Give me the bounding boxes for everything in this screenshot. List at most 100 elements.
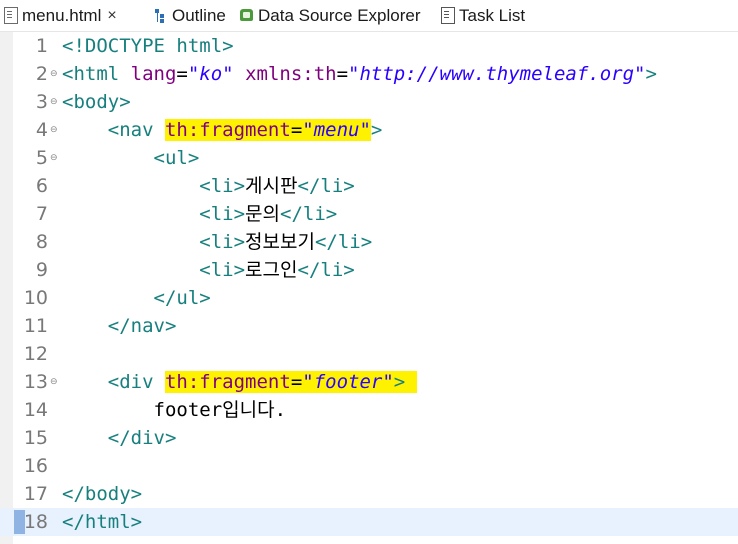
line-number: 15 xyxy=(23,427,48,449)
line-number: 11 xyxy=(23,315,48,337)
line-number: 3 xyxy=(35,91,48,113)
code-text: </div> xyxy=(62,424,177,452)
code-token-tag: > xyxy=(393,371,406,393)
line-number: 16 xyxy=(23,455,48,477)
code-token-tag: > xyxy=(370,119,383,141)
code-text: footer입니다. xyxy=(62,396,287,424)
code-token-attr: th:fragment xyxy=(164,119,291,141)
code-line[interactable]: 3 ⊖ <body> xyxy=(0,88,738,116)
fold-collapse-icon[interactable]: ⊖ xyxy=(50,154,58,163)
code-token-text: = xyxy=(290,371,303,393)
editor-tab-bar: menu.html × Outline Data Source Explorer… xyxy=(0,0,738,32)
task-list-icon xyxy=(441,7,455,24)
code-token-tag: </html> xyxy=(62,511,143,533)
code-token-tag: </li> xyxy=(297,175,355,197)
code-line[interactable]: 4 ⊖ <nav th:fragment="menu"> xyxy=(0,116,738,144)
tab-task-list[interactable]: Task List xyxy=(441,0,525,31)
outline-icon xyxy=(154,7,168,24)
code-token-tag: <div xyxy=(107,371,154,393)
code-text: <li>게시판</li> xyxy=(62,172,355,200)
code-token-text: footer입니다. xyxy=(62,399,287,421)
code-line[interactable]: 17 </body> xyxy=(0,480,738,508)
fold-collapse-icon[interactable]: ⊖ xyxy=(50,98,58,107)
code-text: </nav> xyxy=(62,312,177,340)
code-text: <!DOCTYPE html> xyxy=(62,32,234,60)
close-icon[interactable]: × xyxy=(107,7,116,25)
html-file-icon xyxy=(4,7,18,24)
code-token-text: 정보보기 xyxy=(245,231,315,253)
tab-outline[interactable]: Outline xyxy=(154,0,226,31)
code-token-tag: <li> xyxy=(199,175,246,197)
tab-label: Task List xyxy=(459,5,526,25)
code-line[interactable]: 16 xyxy=(0,452,738,480)
code-token-tag: <li> xyxy=(199,259,246,281)
code-text: <li>정보보기</li> xyxy=(62,228,372,256)
line-number: 17 xyxy=(23,483,48,505)
code-token-tag: <li> xyxy=(199,231,246,253)
code-token-attr: xmlns:th xyxy=(245,63,337,85)
code-line[interactable]: 18 </html> xyxy=(0,508,738,536)
line-number: 13 xyxy=(23,371,48,393)
code-token-tag: <nav xyxy=(107,119,154,141)
code-line[interactable]: 13 ⊖ <div th:fragment="footer"> xyxy=(0,368,738,396)
code-text: <html lang="ko" xmlns:th="http://www.thy… xyxy=(62,60,657,88)
line-number: 6 xyxy=(35,175,48,197)
tab-data-source-explorer[interactable]: Data Source Explorer xyxy=(240,0,421,31)
code-line[interactable]: 11 </nav> xyxy=(0,312,738,340)
fold-collapse-icon[interactable]: ⊖ xyxy=(50,70,58,79)
code-line[interactable]: 9 <li>로그인</li> xyxy=(0,256,738,284)
code-text: <nav th:fragment="menu"> xyxy=(62,116,382,144)
line-number: 2 xyxy=(35,63,48,85)
code-token-str: "http://www.thymeleaf.org" xyxy=(348,63,646,85)
code-text: </ul> xyxy=(62,284,211,312)
code-token-tag: </li> xyxy=(280,203,338,225)
code-token-attr: th:fragment xyxy=(164,371,291,393)
code-token-text: = xyxy=(336,63,349,85)
tab-label: Data Source Explorer xyxy=(258,5,421,25)
code-line[interactable]: 2 ⊖ <html lang="ko" xmlns:th="http://www.t… xyxy=(0,60,738,88)
code-text: <li>문의</li> xyxy=(62,200,337,228)
code-line[interactable]: 7 <li>문의</li> xyxy=(0,200,738,228)
code-text: <div th:fragment="footer"> xyxy=(62,368,417,396)
code-line[interactable]: 12 xyxy=(0,340,738,368)
code-text: <body> xyxy=(62,88,131,116)
code-line[interactable]: 8 <li>정보보기</li> xyxy=(0,228,738,256)
line-number: 10 xyxy=(23,287,48,309)
code-token-tag: <html xyxy=(62,63,131,85)
line-number: 12 xyxy=(23,343,48,365)
line-number: 1 xyxy=(35,35,48,57)
fold-collapse-icon[interactable]: ⊖ xyxy=(50,378,58,387)
code-token-tag: <body> xyxy=(62,91,131,113)
code-line[interactable]: 15 </div> xyxy=(0,424,738,452)
code-line[interactable]: 5 ⊖ <ul> xyxy=(0,144,738,172)
code-editor[interactable]: 1 <!DOCTYPE html> 2 ⊖ <html lang="ko" xmlns:… xyxy=(0,32,738,544)
code-token-text xyxy=(405,371,417,393)
code-token-attr: lang xyxy=(130,63,177,85)
code-token-text: 게시판 xyxy=(245,175,298,197)
code-line[interactable]: 10 </ul> xyxy=(0,284,738,312)
tab-label: menu.html xyxy=(22,5,102,25)
code-line[interactable]: 6 <li>게시판</li> xyxy=(0,172,738,200)
code-token-tag: <ul> xyxy=(153,147,200,169)
line-number: 9 xyxy=(35,259,48,281)
fold-collapse-icon[interactable]: ⊖ xyxy=(50,126,58,135)
code-token-tag: </nav> xyxy=(107,315,177,337)
line-number: 5 xyxy=(35,147,48,169)
line-number: 4 xyxy=(35,119,48,141)
tab-menu-html[interactable]: menu.html × xyxy=(4,0,117,31)
code-token-tag: </body> xyxy=(62,483,143,505)
code-line[interactable]: 1 <!DOCTYPE html> xyxy=(0,32,738,60)
code-line[interactable]: 14 footer입니다. xyxy=(0,396,738,424)
code-token-str: "ko" xyxy=(187,63,234,85)
code-text: </body> xyxy=(62,480,142,508)
code-token-text: = xyxy=(290,119,303,141)
code-text: <ul> xyxy=(62,144,200,172)
